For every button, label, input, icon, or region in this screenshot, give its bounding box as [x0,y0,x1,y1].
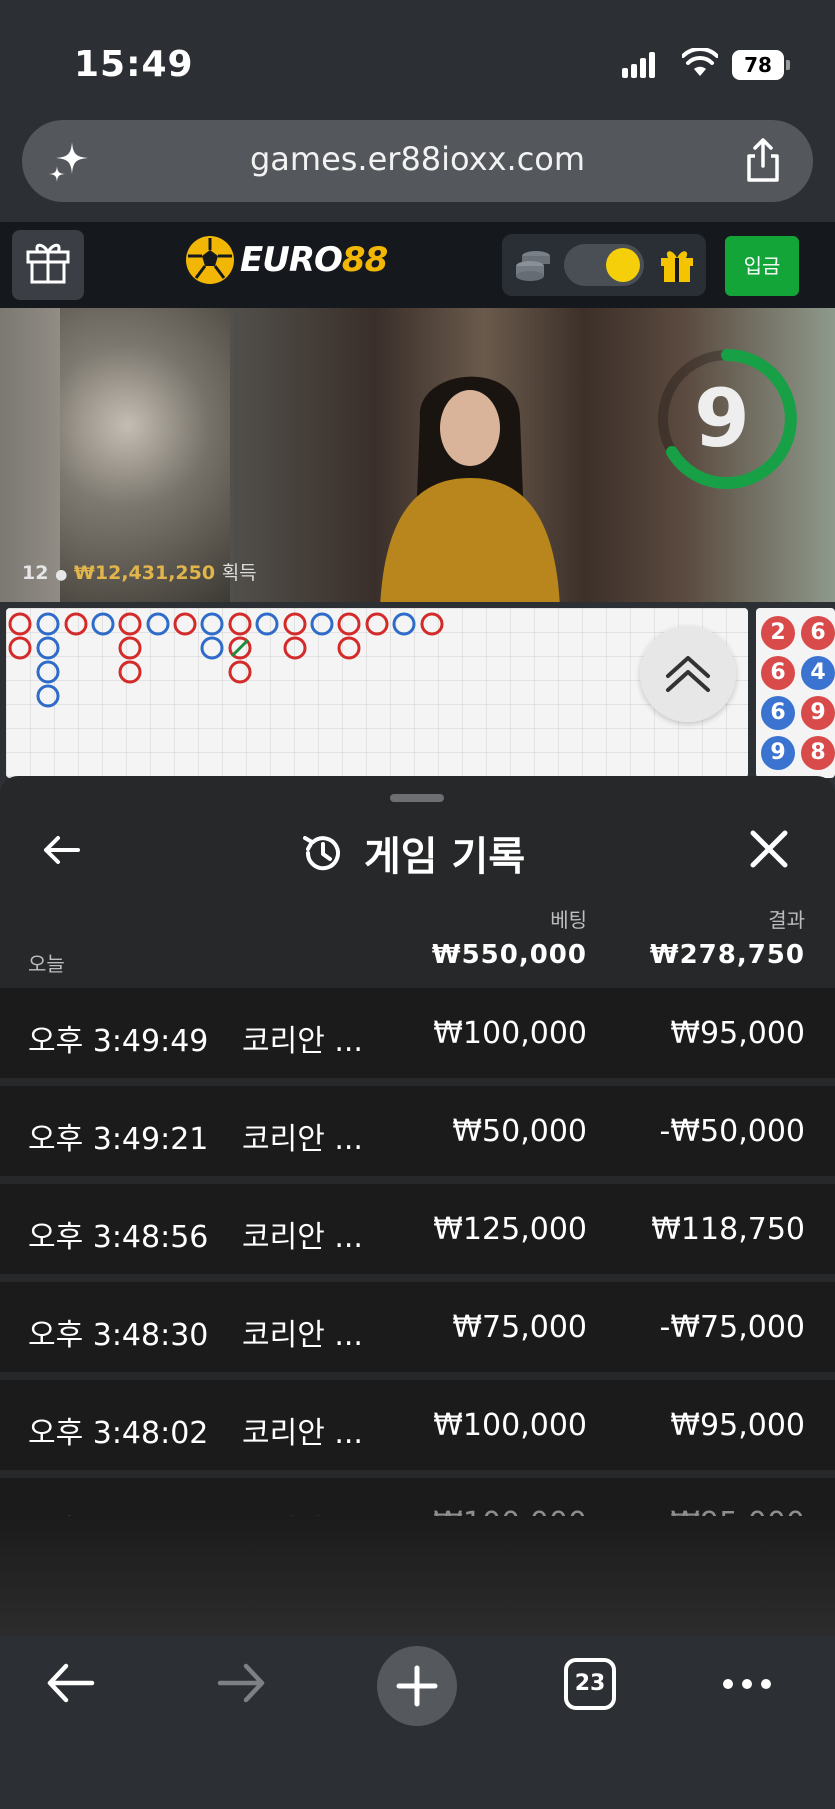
row-time: 오후 3:49:49 [28,1024,209,1059]
logo-text: EURO88 [240,240,388,280]
row-result: -₩75,000 [659,1310,805,1345]
history-row[interactable]: 오후 3:49:49 코리안 ... ₩100,000 ₩95,000 [0,988,835,1078]
side-ball: 8 [801,736,835,770]
total-bet: ₩550,000 [431,940,587,970]
live-video[interactable]: 9 12 ● ₩12,431,250 획득 [0,308,835,602]
history-row[interactable]: 오후 3:49:21 코리안 ... ₩50,000 -₩50,000 [0,1086,835,1176]
history-icon [303,836,340,871]
date-group-label: 오늘 [28,952,65,976]
game-history-sheet: 게임 기록 베팅 결과 오늘 ₩550,000 ₩278,750 오후 3:49… [0,776,835,1636]
address-bar[interactable]: games.er88ioxx.com [22,120,813,202]
column-bet-header: 베팅 [550,908,587,932]
side-roadmap[interactable]: 2 6 6 4 6 9 9 8 [756,608,835,778]
promotions-button[interactable] [12,230,84,300]
dealer-image [380,376,560,602]
share-icon[interactable] [743,136,783,184]
row-game: 코리안 ... [242,1318,363,1353]
bead-road[interactable] [6,608,748,778]
sheet-title-text: 게임 기록 [364,834,526,880]
status-time: 15:49 [74,44,194,85]
arrow-left-icon[interactable] [40,828,84,872]
row-result: ₩95,000 [670,1016,805,1051]
status-bar: 15:49 78 [0,0,835,110]
balance-toggle[interactable] [564,244,644,286]
row-game: 코리안 ... [242,1024,363,1059]
row-time: 오후 3:48:30 [28,1318,209,1353]
side-ball: 4 [801,656,835,690]
sheet-title: 게임 기록 [300,824,525,882]
row-time: 오후 3:49:21 [28,1122,209,1157]
roadmap-area: 2 6 6 4 6 9 9 8 [0,602,835,782]
gift-icon [26,243,70,284]
list-fade [0,1516,835,1636]
new-tab-button[interactable] [377,1646,457,1726]
total-result: ₩278,750 [649,940,805,970]
column-result-header: 결과 [768,908,805,932]
arrow-left-icon[interactable] [44,1660,96,1706]
side-ball: 9 [761,736,795,770]
history-row[interactable]: 오후 3:48:02 코리안 ... ₩100,000 ₩95,000 [0,1380,835,1470]
row-game: 코리안 ... [242,1122,363,1157]
history-row[interactable]: 오후 3:48:30 코리안 ... ₩75,000 -₩75,000 [0,1282,835,1372]
cellular-signal-icon [622,52,655,78]
side-ball: 6 [761,656,795,690]
side-ball: 6 [801,616,835,650]
soccer-ball-icon [186,236,234,284]
arrow-right-icon[interactable] [216,1660,268,1706]
row-bet: ₩50,000 [452,1114,587,1149]
plus-icon [396,1665,438,1707]
expand-roadmap-button[interactable] [640,626,736,722]
row-game: 코리안 ... [242,1220,363,1255]
row-result: -₩50,000 [659,1114,805,1149]
side-ball: 2 [761,616,795,650]
tabs-button[interactable]: 23 [564,1658,616,1710]
row-result: ₩118,750 [651,1212,805,1247]
row-game: 코리안 ... [242,1416,363,1451]
row-bet: ₩125,000 [433,1212,587,1247]
countdown-number: 9 [694,372,750,465]
history-row[interactable]: 오후 3:48:56 코리안 ... ₩125,000 ₩118,750 [0,1184,835,1274]
url-text[interactable]: games.er88ioxx.com [22,140,813,178]
gift-box-icon[interactable] [658,246,696,284]
close-icon[interactable] [748,828,790,870]
payout-amount: ₩12,431,250 [73,562,216,584]
sheet-grabber[interactable] [390,794,444,802]
side-ball: 9 [801,696,835,730]
players-info: 12 ● ₩12,431,250 획득 [22,558,257,585]
row-bet: ₩100,000 [433,1016,587,1051]
coins-icon[interactable] [514,248,552,284]
chevron-up-double-icon [666,656,710,692]
roadmap-grid [6,608,748,778]
browser-toolbar: 23 [0,1636,835,1809]
site-header: EURO88 입금 [0,222,835,308]
wallet-panel [502,234,706,296]
row-time: 오후 3:48:56 [28,1220,209,1255]
side-ball: 6 [761,696,795,730]
user-icon: ● [55,567,68,583]
row-result: ₩95,000 [670,1408,805,1443]
payout-label: 획득 [221,562,257,584]
deposit-button[interactable]: 입금 [725,236,799,296]
row-bet: ₩100,000 [433,1408,587,1443]
row-bet: ₩75,000 [452,1310,587,1345]
player-count: 12 [22,562,49,584]
site-logo[interactable]: EURO88 [186,236,388,284]
more-icon[interactable] [720,1676,774,1692]
wifi-icon [682,48,718,76]
row-time: 오후 3:48:02 [28,1416,209,1451]
battery-level: 78 [732,50,784,80]
battery-icon: 78 [732,50,790,80]
